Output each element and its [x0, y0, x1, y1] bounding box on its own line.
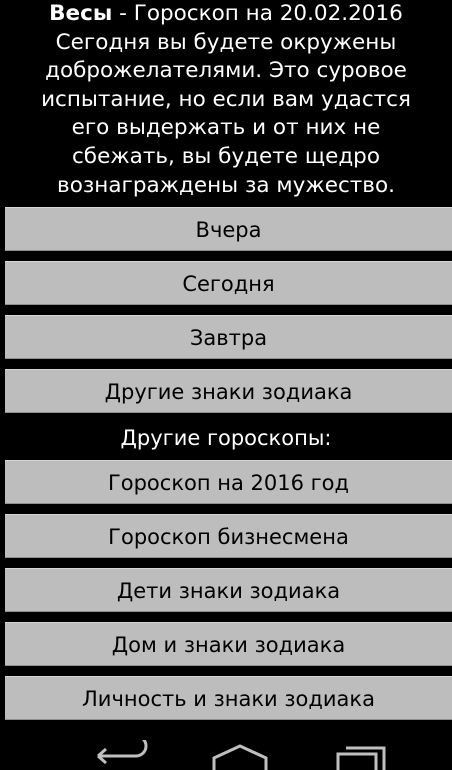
horoscope-body: Сегодня вы будете окружены доброжелателя…: [41, 29, 411, 198]
business-horoscope-button[interactable]: Гороскоп бизнесмена: [5, 514, 452, 558]
today-button[interactable]: Сегодня: [5, 261, 452, 305]
navigation-bar: [0, 740, 452, 770]
other-signs-button[interactable]: Другие знаки зодиака: [5, 369, 452, 413]
back-icon[interactable]: [92, 740, 148, 770]
personality-zodiac-button[interactable]: Личность и знаки зодиака: [5, 676, 452, 720]
horoscope-date-title: - Гороскоп на 20.02.2016: [112, 1, 403, 26]
zodiac-sign-name: Весы: [49, 1, 113, 26]
horoscope-text: Весы - Гороскоп на 20.02.2016 Сегодня вы…: [22, 0, 430, 200]
home-icon[interactable]: [210, 740, 270, 770]
home-zodiac-button[interactable]: Дом и знаки зодиака: [5, 622, 452, 666]
tomorrow-button[interactable]: Завтра: [5, 315, 452, 359]
yesterday-button[interactable]: Вчера: [5, 207, 452, 251]
other-horoscopes-label: Другие гороскопы:: [120, 426, 332, 450]
recents-icon[interactable]: [334, 740, 390, 770]
children-zodiac-button[interactable]: Дети знаки зодиака: [5, 568, 452, 612]
year-horoscope-button[interactable]: Гороскоп на 2016 год: [5, 460, 452, 504]
